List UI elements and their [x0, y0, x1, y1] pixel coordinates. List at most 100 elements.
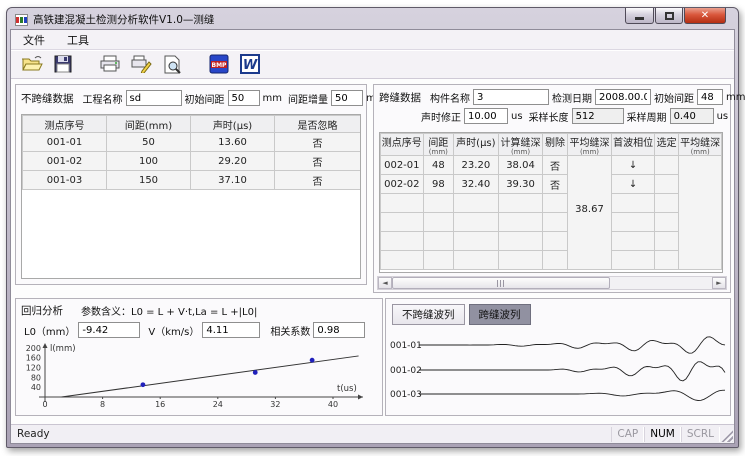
cell[interactable] [654, 213, 678, 232]
cell[interactable]: 100 [107, 152, 191, 171]
cell[interactable]: 002-01 [381, 156, 424, 175]
sample-length-input[interactable] [572, 108, 624, 124]
cell[interactable]: 37.10 [191, 171, 275, 190]
cell[interactable] [612, 213, 655, 232]
cell[interactable] [381, 232, 424, 251]
scroll-track[interactable] [392, 277, 712, 289]
cell[interactable]: ↓ [612, 175, 655, 194]
cell[interactable] [654, 251, 678, 270]
export-bmp-button[interactable]: BMP [206, 52, 231, 76]
time-correction-input[interactable] [464, 108, 508, 124]
cross-table-hscrollbar[interactable]: ◄ ► [377, 276, 727, 290]
resize-grip[interactable] [720, 429, 733, 442]
cell[interactable]: 23.20 [454, 156, 499, 175]
velocity-input[interactable] [202, 322, 260, 338]
cell[interactable] [381, 251, 424, 270]
cell[interactable]: 002-02 [381, 175, 424, 194]
detect-date-input[interactable] [595, 89, 651, 105]
cell[interactable] [498, 232, 543, 251]
cell[interactable] [612, 194, 655, 213]
table-row[interactable]: 002-029832.4039.30否 ↓ [381, 175, 722, 194]
cell[interactable] [381, 194, 424, 213]
table-row[interactable] [381, 251, 722, 270]
table-row[interactable] [381, 213, 722, 232]
table-row[interactable] [381, 194, 722, 213]
cell[interactable] [543, 194, 567, 213]
cell[interactable] [381, 213, 424, 232]
table-row[interactable]: 002-014823.2038.04否38.67↓ [381, 156, 722, 175]
cell[interactable]: 98 [423, 175, 453, 194]
cell[interactable] [498, 194, 543, 213]
merged-cell[interactable] [679, 156, 722, 270]
scroll-left-arrow[interactable]: ◄ [378, 277, 392, 289]
tab-cross-waves[interactable]: 跨缝波列 [469, 304, 531, 325]
cell[interactable]: 001-02 [23, 152, 107, 171]
print-preview-button[interactable] [159, 52, 184, 76]
cell[interactable] [423, 251, 453, 270]
cross-initial-spacing-input[interactable] [697, 89, 723, 105]
cell[interactable] [454, 232, 499, 251]
print-button[interactable] [97, 52, 122, 76]
save-button[interactable] [50, 52, 75, 76]
table-row[interactable]: 001-0315037.10否 [23, 171, 361, 190]
menu-file[interactable]: 文件 [19, 31, 49, 49]
cell[interactable] [654, 175, 678, 194]
cell[interactable] [612, 251, 655, 270]
cell[interactable]: 50 [107, 133, 191, 152]
minimize-button[interactable] [625, 8, 654, 24]
initial-spacing-input[interactable] [228, 90, 260, 106]
cell[interactable]: 否 [543, 175, 567, 194]
project-name-input[interactable] [126, 90, 182, 106]
cell[interactable] [423, 194, 453, 213]
maximize-button[interactable] [655, 8, 683, 24]
cell[interactable] [543, 213, 567, 232]
cell[interactable] [423, 213, 453, 232]
cell[interactable]: 150 [107, 171, 191, 190]
cell[interactable] [612, 232, 655, 251]
cell[interactable]: 否 [275, 133, 361, 152]
sample-length-label: 采样长度 [529, 109, 569, 124]
scroll-thumb[interactable] [392, 277, 610, 289]
title-bar[interactable]: 高铁建混凝土检测分析软件V1.0—测缝 ✕ [7, 8, 738, 29]
table-row[interactable]: 001-0210029.20否 [23, 152, 361, 171]
tab-noncross-waves[interactable]: 不跨缝波列 [392, 304, 465, 325]
cell[interactable]: 13.60 [191, 133, 275, 152]
scroll-lock-indicator: SCRL [681, 427, 720, 442]
table-row[interactable] [381, 232, 722, 251]
cell[interactable] [454, 194, 499, 213]
spacing-increment-input[interactable] [331, 90, 363, 106]
export-word-button[interactable]: W [237, 52, 262, 76]
cell[interactable] [498, 213, 543, 232]
cell[interactable]: ↓ [612, 156, 655, 175]
cell[interactable]: 001-01 [23, 133, 107, 152]
cell[interactable]: 32.40 [454, 175, 499, 194]
cell[interactable]: 否 [275, 152, 361, 171]
sample-period-input[interactable] [670, 108, 714, 124]
table-row[interactable]: 001-015013.60否 [23, 133, 361, 152]
scroll-right-arrow[interactable]: ► [712, 277, 726, 289]
cell[interactable] [654, 156, 678, 175]
cell[interactable] [423, 232, 453, 251]
cell[interactable]: 39.30 [498, 175, 543, 194]
cell[interactable]: 48 [423, 156, 453, 175]
menu-tools[interactable]: 工具 [63, 31, 93, 49]
cell[interactable] [498, 251, 543, 270]
cell[interactable] [654, 232, 678, 251]
cell[interactable]: 001-03 [23, 171, 107, 190]
cell[interactable] [654, 194, 678, 213]
cell[interactable] [454, 213, 499, 232]
cell[interactable]: 否 [543, 156, 567, 175]
cell[interactable] [454, 251, 499, 270]
open-file-button[interactable] [19, 52, 44, 76]
correlation-input[interactable] [313, 322, 365, 338]
merged-cell[interactable]: 38.67 [567, 156, 612, 270]
cell[interactable] [543, 251, 567, 270]
cell[interactable]: 否 [275, 171, 361, 190]
close-button[interactable]: ✕ [684, 8, 726, 24]
l0-input[interactable] [78, 322, 140, 338]
cell[interactable]: 38.04 [498, 156, 543, 175]
cell[interactable] [543, 232, 567, 251]
component-name-input[interactable] [473, 89, 549, 105]
print-setup-button[interactable] [128, 52, 153, 76]
cell[interactable]: 29.20 [191, 152, 275, 171]
